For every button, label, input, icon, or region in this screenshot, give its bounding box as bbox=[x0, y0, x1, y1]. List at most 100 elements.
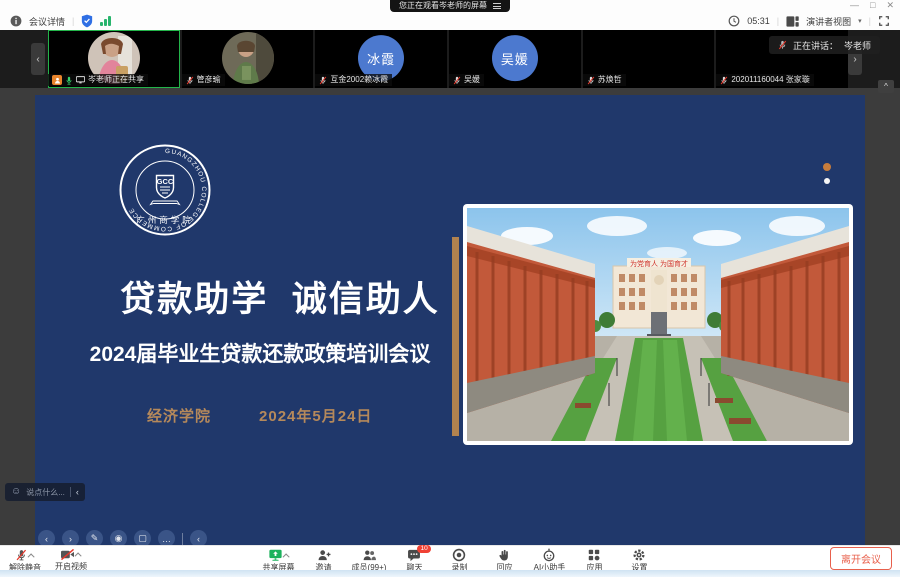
divider: | bbox=[777, 16, 779, 26]
participant-name: 岑老师正在共享 bbox=[88, 74, 144, 86]
mic-muted-icon bbox=[453, 76, 461, 85]
meeting-details-link[interactable]: 会议详情 bbox=[29, 15, 65, 28]
gear-icon bbox=[632, 548, 646, 562]
toolbar-react[interactable]: 回应 bbox=[487, 546, 521, 570]
annot-shape-button[interactable]: ▢ bbox=[134, 530, 151, 545]
chevron-up-icon[interactable] bbox=[282, 553, 289, 560]
participant-name: 苏焕哲 bbox=[598, 74, 622, 86]
security-shield-icon[interactable] bbox=[81, 14, 93, 28]
minimize-button[interactable]: — bbox=[850, 0, 859, 11]
share-screen-icon bbox=[268, 548, 283, 562]
ai-assistant-icon bbox=[542, 548, 556, 562]
maximize-button[interactable]: □ bbox=[870, 0, 875, 11]
participant-label: 吴媛 bbox=[449, 74, 484, 86]
mic-on-icon bbox=[65, 76, 73, 85]
emoji-icon[interactable]: ☺ bbox=[11, 487, 21, 497]
chevron-down-icon[interactable]: ▾ bbox=[858, 17, 862, 25]
divider bbox=[70, 487, 71, 497]
avatar: 吴媛 bbox=[492, 35, 538, 81]
presenter-badge-icon bbox=[52, 75, 62, 85]
decor-dot-orange bbox=[823, 163, 831, 171]
participant-label: 管彦瑜 bbox=[182, 74, 225, 86]
shared-screen-stage: GUANGZHOU COLLEGE OF COMMERCE GCC 广州商学院 … bbox=[0, 88, 900, 545]
svg-text:为党育人 为国育才: 为党育人 为国育才 bbox=[630, 259, 688, 268]
camera-off-icon bbox=[60, 548, 75, 561]
layout-view-icon bbox=[786, 15, 799, 28]
clock-icon bbox=[728, 15, 740, 27]
svg-text:广州商学院: 广州商学院 bbox=[136, 215, 194, 225]
toolbar-settings[interactable]: 设置 bbox=[622, 546, 656, 570]
meeting-header: 会议详情 | 05:31 | 演讲者视图 ▾ | bbox=[0, 12, 900, 30]
college-logo: GUANGZHOU COLLEGE OF COMMERCE GCC 广州商学院 bbox=[118, 143, 212, 237]
slide-org: 经济学院 bbox=[147, 405, 211, 426]
strip-scroll-left-button[interactable]: ‹ bbox=[31, 43, 45, 75]
mic-muted-icon bbox=[720, 76, 728, 85]
mic-muted-icon bbox=[778, 40, 787, 50]
taskbar-edge bbox=[0, 570, 900, 577]
divider bbox=[182, 533, 183, 545]
screen-sharing-icon bbox=[76, 76, 85, 84]
mic-muted-icon bbox=[587, 76, 595, 85]
apps-grid-icon bbox=[587, 548, 601, 562]
toolbar-share-screen[interactable]: 共享屏幕 bbox=[262, 546, 296, 570]
mic-muted-icon bbox=[186, 76, 194, 85]
toolbar-apps[interactable]: 应用 bbox=[577, 546, 611, 570]
svg-text:GCC: GCC bbox=[157, 177, 174, 186]
chevron-up-icon[interactable] bbox=[75, 552, 82, 559]
chat-collapse-button[interactable]: ‹ bbox=[76, 487, 79, 497]
divider: | bbox=[869, 16, 871, 26]
menu-icon[interactable] bbox=[493, 2, 501, 11]
toolbar-start-video[interactable]: 开启视频 bbox=[54, 546, 88, 570]
viewing-banner-text: 您正在观看岑老师的屏幕 bbox=[399, 0, 487, 12]
slide-meta: 经济学院 2024年5月24日 bbox=[147, 405, 372, 426]
view-mode-dropdown[interactable]: 演讲者视图 bbox=[806, 15, 851, 28]
leave-meeting-button[interactable]: 离开会议 bbox=[830, 547, 892, 570]
speaking-indicator: 正在讲话： 岑老师 bbox=[769, 36, 880, 54]
reaction-hand-icon bbox=[497, 548, 511, 562]
participant-label: 岑老师正在共享 bbox=[48, 74, 148, 86]
annot-next-button[interactable]: › bbox=[62, 530, 79, 545]
strip-collapse-button[interactable]: ^ bbox=[878, 80, 894, 93]
network-signal-icon[interactable] bbox=[100, 16, 111, 26]
participant-tile[interactable]: 吴媛 吴媛 bbox=[449, 30, 581, 88]
close-button[interactable]: ✕ bbox=[886, 0, 894, 11]
presentation-slide: GUANGZHOU COLLEGE OF COMMERCE GCC 广州商学院 … bbox=[35, 95, 865, 545]
toolbar-record[interactable]: 录制 bbox=[442, 546, 476, 570]
annot-collapse-button[interactable]: ‹ bbox=[190, 530, 207, 545]
app-window: 您正在观看岑老师的屏幕 — □ ✕ 会议详情 | 05:31 | 演讲者视图 ▾… bbox=[0, 0, 900, 577]
annot-pen-button[interactable]: ✎ bbox=[86, 530, 103, 545]
chat-input-placeholder[interactable]: 说点什么... bbox=[26, 487, 65, 498]
annot-more-button[interactable]: … bbox=[158, 530, 175, 545]
campus-photo: 为党育人 为国育才 bbox=[467, 208, 849, 441]
participant-name: 吴媛 bbox=[464, 74, 480, 86]
decor-dot-white bbox=[824, 178, 830, 184]
participant-tile[interactable]: 管彦瑜 bbox=[182, 30, 314, 88]
toolbar-invite[interactable]: 邀请 bbox=[307, 546, 341, 570]
participant-video-avatar bbox=[222, 32, 274, 84]
chevron-up-icon[interactable] bbox=[28, 553, 35, 560]
participant-tile[interactable]: 冰霞 互金2002赖冰霞 bbox=[315, 30, 447, 88]
speaking-prefix: 正在讲话： bbox=[793, 39, 838, 52]
participant-tile[interactable]: 苏焕哲 bbox=[583, 30, 715, 88]
quick-chat-bar[interactable]: ☺ 说点什么... ‹ bbox=[5, 483, 85, 501]
annot-laser-button[interactable]: ◉ bbox=[110, 530, 127, 545]
participant-tiles: 岑老师正在共享 管彦瑜 冰霞 互金2002赖冰霞 bbox=[48, 30, 848, 88]
participant-tile-sharer[interactable]: 岑老师正在共享 bbox=[48, 30, 180, 88]
toolbar-ai-assistant[interactable]: AI小助手 bbox=[532, 546, 566, 570]
speaking-name: 岑老师 bbox=[844, 39, 871, 52]
toolbar-members[interactable]: 成员(99+) bbox=[352, 546, 387, 570]
toolbar-unmute[interactable]: 解除静音 bbox=[8, 546, 42, 570]
members-icon bbox=[362, 548, 377, 562]
slide-title: 贷款助学 诚信助人 bbox=[75, 271, 485, 322]
participant-strip: ‹ 岑老师正在共享 bbox=[0, 30, 900, 88]
record-icon bbox=[452, 548, 466, 562]
annot-prev-button[interactable]: ‹ bbox=[38, 530, 55, 545]
chat-unread-badge: 10 bbox=[417, 545, 430, 553]
participant-label: 互金2002赖冰霞 bbox=[315, 74, 392, 86]
fullscreen-icon[interactable] bbox=[878, 15, 890, 27]
decor-gold-bar bbox=[452, 237, 459, 436]
annotation-toolbar: ‹ › ✎ ◉ ▢ … ‹ bbox=[38, 530, 207, 545]
toolbar-chat[interactable]: 10 聊天 bbox=[397, 546, 431, 570]
window-titlebar: 您正在观看岑老师的屏幕 — □ ✕ bbox=[0, 0, 900, 12]
meeting-timer: 05:31 bbox=[747, 16, 770, 26]
